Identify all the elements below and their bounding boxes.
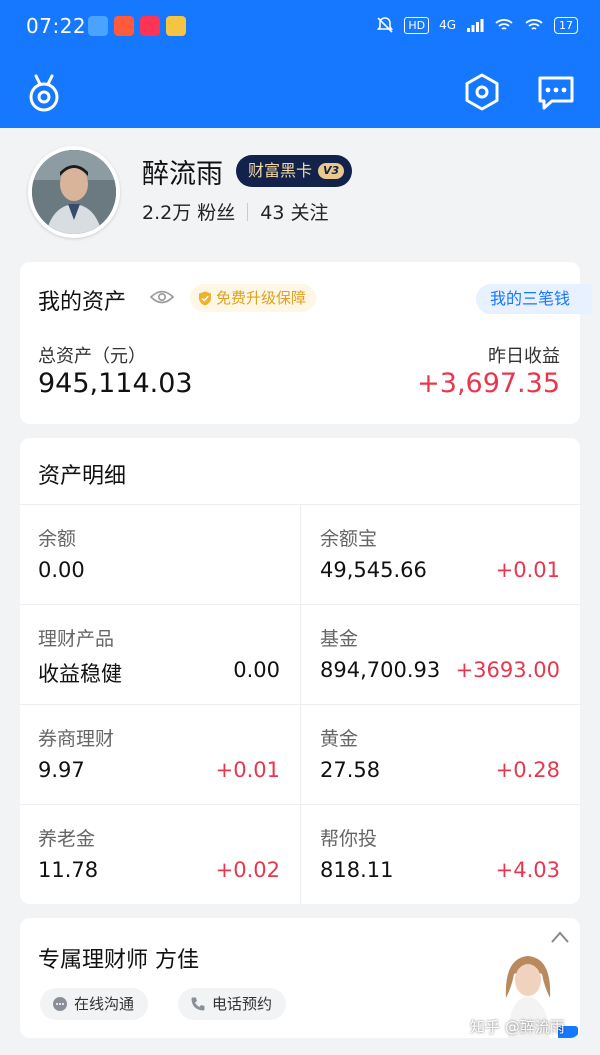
asset-amount: 818.11 bbox=[320, 858, 394, 882]
divider bbox=[247, 202, 249, 221]
total-assets-label: 总资产（元） bbox=[38, 346, 146, 367]
vip-badge[interactable]: 财富黑卡 V3 bbox=[236, 155, 353, 187]
chat-bubble-icon bbox=[53, 997, 67, 1011]
app-notification-icon bbox=[88, 16, 108, 36]
asset-name: 余额宝 bbox=[320, 528, 378, 550]
followers-count[interactable]: 2.2万 粉丝 bbox=[142, 198, 235, 225]
asset-amount: 49,545.66 bbox=[320, 558, 427, 582]
asset-change: 0.00 bbox=[233, 658, 280, 682]
status-indicators: HD 4G 17 bbox=[376, 16, 578, 34]
asset-change: +4.03 bbox=[495, 858, 560, 882]
asset-change: +3693.00 bbox=[455, 658, 560, 682]
vip-level: V3 bbox=[318, 163, 345, 179]
asset-cell-wealth-products[interactable]: 理财产品 收益稳健 0.00 bbox=[20, 604, 300, 704]
vip-label: 财富黑卡 bbox=[248, 161, 313, 180]
asset-name: 余额 bbox=[38, 528, 77, 550]
network-label: 4G bbox=[439, 18, 456, 32]
upgrade-protection-badge[interactable]: 免费升级保障 bbox=[190, 284, 317, 312]
app-header: 07:22 HD 4G 17 bbox=[0, 0, 600, 128]
app-notification-icon bbox=[140, 16, 160, 36]
message-icon[interactable] bbox=[534, 70, 578, 114]
asset-change: +0.01 bbox=[215, 758, 280, 782]
asset-cell-invest-for-you[interactable]: 帮你投 818.11 +4.03 bbox=[300, 804, 580, 904]
asset-name: 养老金 bbox=[38, 828, 96, 850]
alipay-logo-icon[interactable] bbox=[22, 70, 66, 114]
asset-amount: 收益稳健 bbox=[38, 662, 122, 686]
upgrade-label: 免费升级保障 bbox=[216, 289, 307, 307]
online-chat-button[interactable]: 在线沟通 bbox=[40, 988, 149, 1020]
asset-grid: 余额 0.00 余额宝 49,545.66 +0.01 理财产品 收益稳健 0.… bbox=[20, 504, 580, 904]
asset-details-card: 资产明细 余额 0.00 余额宝 49,545.66 +0.01 理财产品 收益… bbox=[20, 438, 580, 904]
details-title: 资产明细 bbox=[38, 464, 127, 489]
profile-section: 醉流雨 财富黑卡 V3 2.2万 粉丝 43 关注 bbox=[0, 128, 600, 256]
eye-icon[interactable] bbox=[150, 289, 174, 305]
notification-icons bbox=[88, 16, 186, 36]
asset-name: 帮你投 bbox=[320, 828, 378, 850]
asset-name: 黄金 bbox=[320, 728, 359, 750]
username: 醉流雨 bbox=[142, 159, 223, 190]
yesterday-earnings-value: +3,697.35 bbox=[417, 368, 560, 399]
yesterday-earnings-label: 昨日收益 bbox=[488, 346, 560, 367]
asset-name: 基金 bbox=[320, 628, 359, 650]
asset-cell-brokerage[interactable]: 券商理财 9.97 +0.01 bbox=[20, 704, 300, 804]
asset-name: 理财产品 bbox=[38, 628, 115, 650]
mute-bell-icon bbox=[377, 17, 394, 33]
asset-cell-yuebao[interactable]: 余额宝 49,545.66 +0.01 bbox=[300, 504, 580, 604]
asset-cell-fund[interactable]: 基金 894,700.93 +3693.00 bbox=[300, 604, 580, 704]
asset-cell-gold[interactable]: 黄金 27.58 +0.28 bbox=[300, 704, 580, 804]
total-assets-value: 945,114.03 bbox=[38, 368, 193, 399]
battery-indicator: 17 bbox=[554, 16, 578, 34]
app-notification-icon bbox=[166, 16, 186, 36]
wifi-icon bbox=[525, 19, 543, 30]
asset-change: +0.28 bbox=[495, 758, 560, 782]
avatar-photo bbox=[32, 150, 116, 234]
settings-hexagon-icon[interactable] bbox=[460, 70, 504, 114]
signal-icon bbox=[467, 19, 484, 32]
app-notification-icon bbox=[114, 16, 134, 36]
phone-appointment-button[interactable]: 电话预约 bbox=[178, 988, 287, 1020]
my-assets-card[interactable]: 我的资产 免费升级保障 我的三笔钱 总资产（元） 945,114.03 昨日收益… bbox=[20, 262, 592, 424]
asset-cell-balance[interactable]: 余额 0.00 bbox=[20, 504, 300, 604]
status-bar: 07:22 HD 4G 17 bbox=[0, 0, 600, 56]
avatar[interactable] bbox=[28, 146, 120, 238]
asset-change: +0.02 bbox=[215, 858, 280, 882]
status-time: 07:22 bbox=[26, 14, 87, 38]
phone-icon bbox=[191, 997, 205, 1011]
asset-name: 券商理财 bbox=[38, 728, 115, 750]
asset-change: +0.01 bbox=[495, 558, 560, 582]
follow-stats: 2.2万 粉丝 43 关注 bbox=[142, 198, 328, 225]
asset-amount: 27.58 bbox=[320, 758, 381, 782]
my-three-money-button[interactable]: 我的三笔钱 bbox=[475, 284, 592, 314]
shield-icon bbox=[199, 291, 211, 305]
asset-amount: 11.78 bbox=[38, 858, 99, 882]
chat-label: 在线沟通 bbox=[74, 995, 135, 1013]
phone-label: 电话预约 bbox=[212, 995, 273, 1013]
asset-cell-pension[interactable]: 养老金 11.78 +0.02 bbox=[20, 804, 300, 904]
asset-amount: 9.97 bbox=[38, 758, 85, 782]
hd-badge: HD bbox=[404, 16, 430, 34]
asset-amount: 894,700.93 bbox=[320, 658, 441, 682]
asset-amount: 0.00 bbox=[38, 558, 85, 582]
advisor-title: 专属理财师 方佳 bbox=[38, 948, 199, 973]
following-count[interactable]: 43 关注 bbox=[260, 198, 328, 225]
wifi-icon bbox=[495, 19, 513, 30]
watermark: 知乎 @醉流雨 bbox=[470, 1018, 565, 1036]
assets-title: 我的资产 bbox=[38, 290, 127, 315]
